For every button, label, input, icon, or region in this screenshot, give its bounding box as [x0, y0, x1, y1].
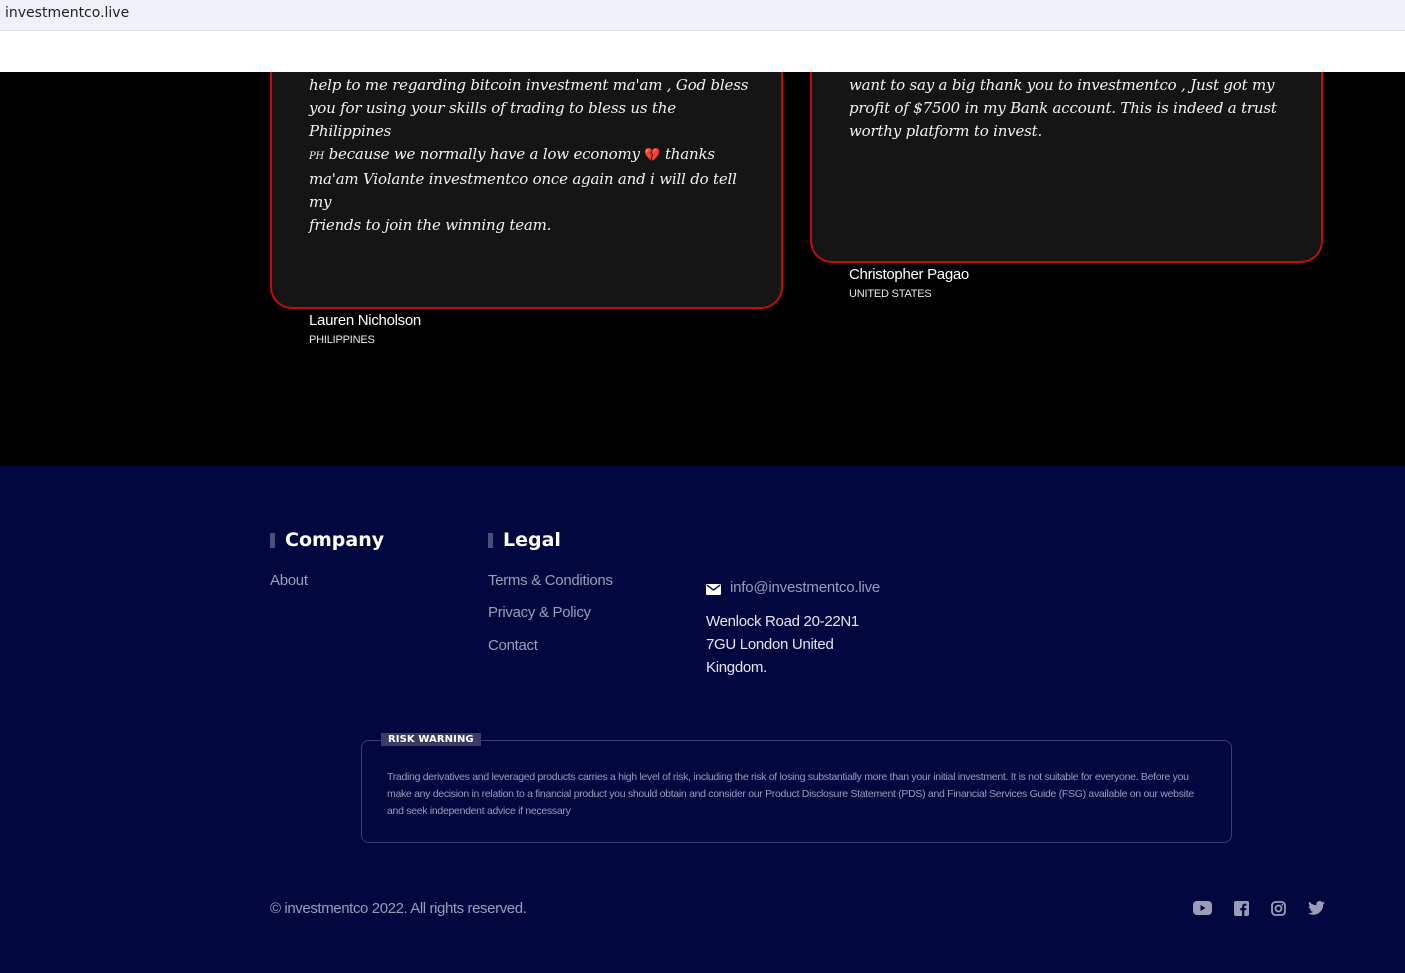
facebook-icon[interactable] — [1231, 899, 1251, 917]
testimonial-quote: help to me regarding bitcoin investment … — [309, 76, 749, 234]
footer-link-contact[interactable]: Contact — [488, 637, 538, 654]
testimonials-section: help to me regarding bitcoin investment … — [0, 72, 1405, 466]
footer-email-link[interactable]: info@investmentco.live — [706, 579, 880, 596]
footer-link-privacy[interactable]: Privacy & Policy — [488, 604, 591, 621]
url-text: investmentco.live — [5, 5, 130, 21]
footer-company-title: Company — [270, 528, 384, 552]
site-header — [0, 31, 1405, 72]
youtube-icon[interactable] — [1192, 899, 1212, 917]
envelope-icon — [706, 582, 721, 595]
heart-icon: 💔 — [644, 148, 661, 163]
footer-link-terms[interactable]: Terms & Conditions — [488, 572, 613, 589]
footer-legal-title: Legal — [488, 528, 561, 552]
testimonial-country: PHILIPPINES — [309, 334, 375, 346]
testimonial-quote: want to say a big thank you to investmen… — [849, 76, 1277, 140]
site-footer: Company About Legal Terms & Conditions P… — [0, 466, 1405, 973]
testimonial-author: Christopher Pagao — [849, 266, 969, 283]
footer-link-about[interactable]: About — [270, 572, 308, 589]
browser-address-bar[interactable]: investmentco.live — [0, 0, 1405, 31]
testimonial-card: want to say a big thank you to investmen… — [810, 72, 1323, 300]
flag-ph-icon: PH — [309, 151, 325, 162]
risk-warning-text: Trading derivatives and leveraged produc… — [387, 771, 1194, 817]
copyright-text: © investmentco 2022. All rights reserved… — [270, 900, 527, 917]
testimonial-card: help to me regarding bitcoin investment … — [270, 72, 783, 346]
risk-warning-box: RISK WARNING Trading derivatives and lev… — [361, 733, 1232, 843]
instagram-icon[interactable] — [1268, 899, 1288, 917]
footer-address: Wenlock Road 20-22N1 7GU London United K… — [706, 613, 859, 676]
email-text: info@investmentco.live — [730, 579, 881, 596]
twitter-icon[interactable] — [1306, 899, 1326, 917]
risk-warning-label: RISK WARNING — [381, 733, 481, 746]
testimonial-author: Lauren Nicholson — [309, 312, 421, 329]
testimonial-country: UNITED STATES — [849, 288, 932, 300]
